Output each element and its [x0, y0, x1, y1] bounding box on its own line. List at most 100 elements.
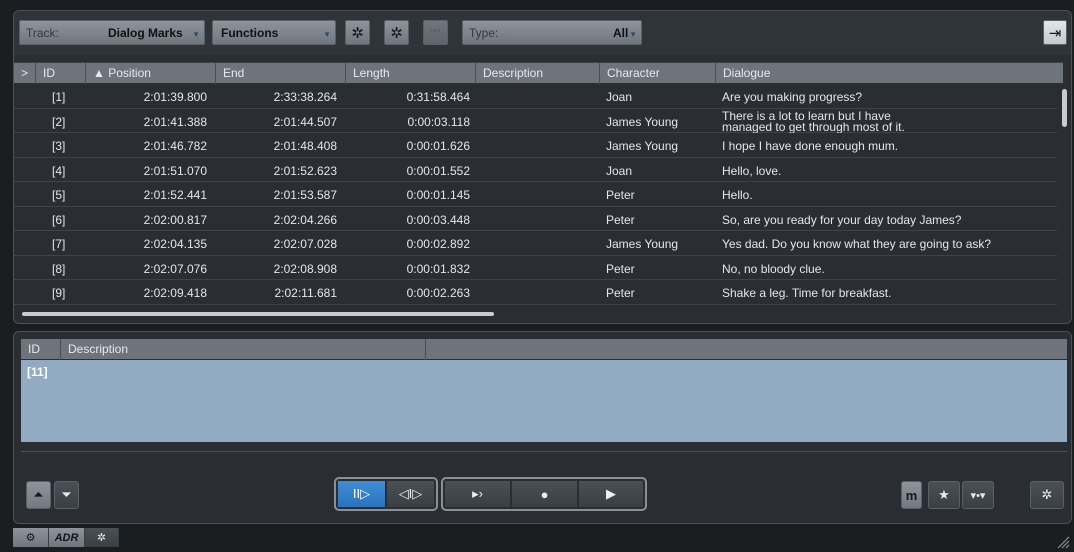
chevron-down-icon: ▼	[192, 30, 200, 39]
resize-grip-icon[interactable]	[1056, 535, 1070, 549]
cell-length: 0:31:58.464	[406, 90, 470, 104]
cell-length: 0:00:02.263	[406, 286, 470, 300]
cell-end: 2:02:08.908	[273, 261, 337, 276]
marker-list-panel: Track: Dialog Marks ▼ Functions ▼ ✲ ✲ ⏮ …	[13, 10, 1072, 324]
horizontal-scrollbar-thumb[interactable]	[22, 312, 494, 316]
m-label: m	[905, 487, 918, 503]
cell-id: [3]	[52, 139, 66, 153]
cell-end: 2:01:48.408	[273, 139, 337, 153]
mode-a-button[interactable]: II▷	[338, 481, 386, 507]
column-character[interactable]: Character	[600, 63, 716, 84]
settings-gear-button[interactable]: ✲	[345, 20, 370, 45]
m-button[interactable]: m	[901, 481, 922, 509]
markers-button[interactable]: ▾•▾	[962, 481, 994, 509]
cell-character: Peter	[606, 261, 635, 276]
gear-icon: ✲	[96, 532, 107, 544]
footer-settings-button[interactable]: ✲	[85, 528, 119, 547]
track-selector[interactable]: Track: Dialog Marks ▼	[19, 20, 205, 45]
cell-dialogue: So, are you ready for your day today Jam…	[722, 212, 962, 227]
cell-end: 2:01:53.587	[273, 188, 337, 202]
settings-button[interactable]: ✲	[1030, 481, 1064, 509]
table-row[interactable]: [2] 2:01:41.388 2:01:44.507 0:00:03.118 …	[14, 109, 1057, 133]
selected-marker-id: [11]	[27, 365, 48, 379]
column-dialogue[interactable]: Dialogue	[716, 63, 1063, 84]
sort-ascending-icon: ▲	[93, 66, 105, 80]
table-row[interactable]: [3] 2:01:46.782 2:01:48.408 0:00:01.626 …	[14, 133, 1057, 158]
cell-end: 2:33:38.264	[273, 90, 337, 104]
column-end[interactable]: End	[216, 63, 346, 84]
gear-icon: ✲	[351, 24, 364, 42]
cell-character: Peter	[606, 286, 635, 300]
column-id[interactable]: ID	[21, 339, 61, 360]
vertical-scrollbar-thumb[interactable]	[1062, 89, 1067, 127]
cell-id: [1]	[52, 90, 66, 104]
expand-column-toggle[interactable]: >	[14, 63, 36, 84]
table-row[interactable]: [6] 2:02:00.817 2:02:04.266 0:00:03.448 …	[14, 207, 1057, 231]
cell-id: [2]	[52, 114, 66, 129]
move-up-icon: ⏶	[33, 487, 44, 502]
marker-list-header: > ID ▲ Position End Length Description C…	[14, 62, 1063, 84]
marker-list: [1] 2:01:39.800 2:33:38.264 0:31:58.464 …	[14, 84, 1057, 311]
column-id[interactable]: ID	[36, 63, 86, 84]
record-icon: ●	[540, 486, 549, 502]
cell-length: 0:00:02.892	[406, 237, 470, 251]
cell-dialogue: I hope I have done enough mum.	[722, 139, 899, 153]
divider	[21, 451, 1067, 452]
table-row[interactable]: [7] 2:02:04.135 2:02:07.028 0:00:02.892 …	[14, 231, 1057, 256]
cell-position: 2:02:00.817	[143, 212, 207, 227]
column-description[interactable]: Description	[476, 63, 600, 84]
cell-position: 2:02:04.135	[143, 237, 207, 251]
mode-b-button[interactable]: ◁I▷	[387, 481, 434, 507]
cell-position: 2:02:07.076	[143, 261, 207, 276]
functions-menu[interactable]: Functions ▼	[212, 20, 336, 45]
move-up-button[interactable]: ⏶	[26, 481, 51, 509]
vertical-scrollbar[interactable]	[1062, 89, 1067, 311]
dock-panel-button[interactable]: ⇥	[1043, 20, 1067, 45]
description-editor[interactable]: [11]	[21, 360, 1067, 442]
track-value: Dialog Marks	[108, 25, 183, 40]
cell-position: 2:01:51.070	[143, 163, 207, 178]
toolbar: Track: Dialog Marks ▼ Functions ▼ ✲ ✲ ⏮ …	[14, 11, 1071, 55]
chevron-down-icon: ▼	[629, 30, 637, 39]
favorite-button[interactable]: ★	[928, 481, 960, 509]
cell-dialogue: There is a lot to learn but I have manag…	[722, 110, 905, 133]
cell-length: 0:00:01.552	[406, 163, 470, 178]
adr-button[interactable]: ADR	[49, 528, 85, 547]
cell-dialogue: Hello, love.	[722, 163, 782, 178]
setup-icon: ⚙	[25, 532, 36, 544]
play-button[interactable]: ▶	[579, 481, 643, 507]
cell-position: 2:01:41.388	[143, 114, 207, 129]
record-button[interactable]: ●	[512, 481, 578, 507]
type-value: All	[613, 25, 629, 40]
type-filter[interactable]: Type: All ▼	[462, 20, 642, 45]
column-position[interactable]: ▲ Position	[86, 63, 216, 84]
cell-id: [9]	[52, 286, 66, 300]
column-length[interactable]: Length	[346, 63, 476, 84]
setup-button[interactable]: ⚙	[13, 528, 49, 547]
cell-id: [6]	[52, 212, 66, 227]
cell-dialogue: Are you making progress?	[722, 90, 863, 104]
table-row[interactable]: [5] 2:01:52.441 2:01:53.587 0:00:01.145 …	[14, 182, 1057, 207]
markers-icon: ▾•▾	[970, 489, 986, 502]
cell-id: [5]	[52, 188, 66, 202]
cell-position: 2:01:52.441	[143, 188, 207, 202]
cell-character: Peter	[606, 188, 635, 202]
cell-length: 0:00:01.145	[406, 188, 470, 202]
column-description[interactable]: Description	[61, 339, 426, 360]
play-icon: ▶	[606, 486, 616, 501]
description-header: ID Description	[21, 339, 1067, 360]
cue-button[interactable]: ▸›	[445, 481, 511, 507]
table-row[interactable]: [4] 2:01:51.070 2:01:52.623 0:00:01.552 …	[14, 158, 1057, 182]
transport-group: ▸› ● ▶	[441, 477, 647, 511]
cell-id: [7]	[52, 237, 66, 251]
skip-to-start-icon: ⏮	[430, 26, 441, 38]
cell-dialogue: Yes dad. Do you know what they are going…	[722, 237, 992, 251]
table-row[interactable]: [8] 2:02:07.076 2:02:08.908 0:00:01.832 …	[14, 256, 1057, 280]
table-row[interactable]: [1] 2:01:39.800 2:33:38.264 0:31:58.464 …	[14, 84, 1057, 109]
cell-dialogue: No, no bloody clue.	[722, 261, 825, 276]
move-down-button[interactable]: ⏷	[54, 481, 79, 509]
cell-length: 0:00:01.832	[406, 261, 470, 276]
table-row[interactable]: [9] 2:02:09.418 2:02:11.681 0:00:02.263 …	[14, 280, 1057, 305]
preferences-gear-button[interactable]: ✲	[384, 20, 409, 45]
goto-start-button[interactable]: ⏮	[423, 20, 448, 45]
